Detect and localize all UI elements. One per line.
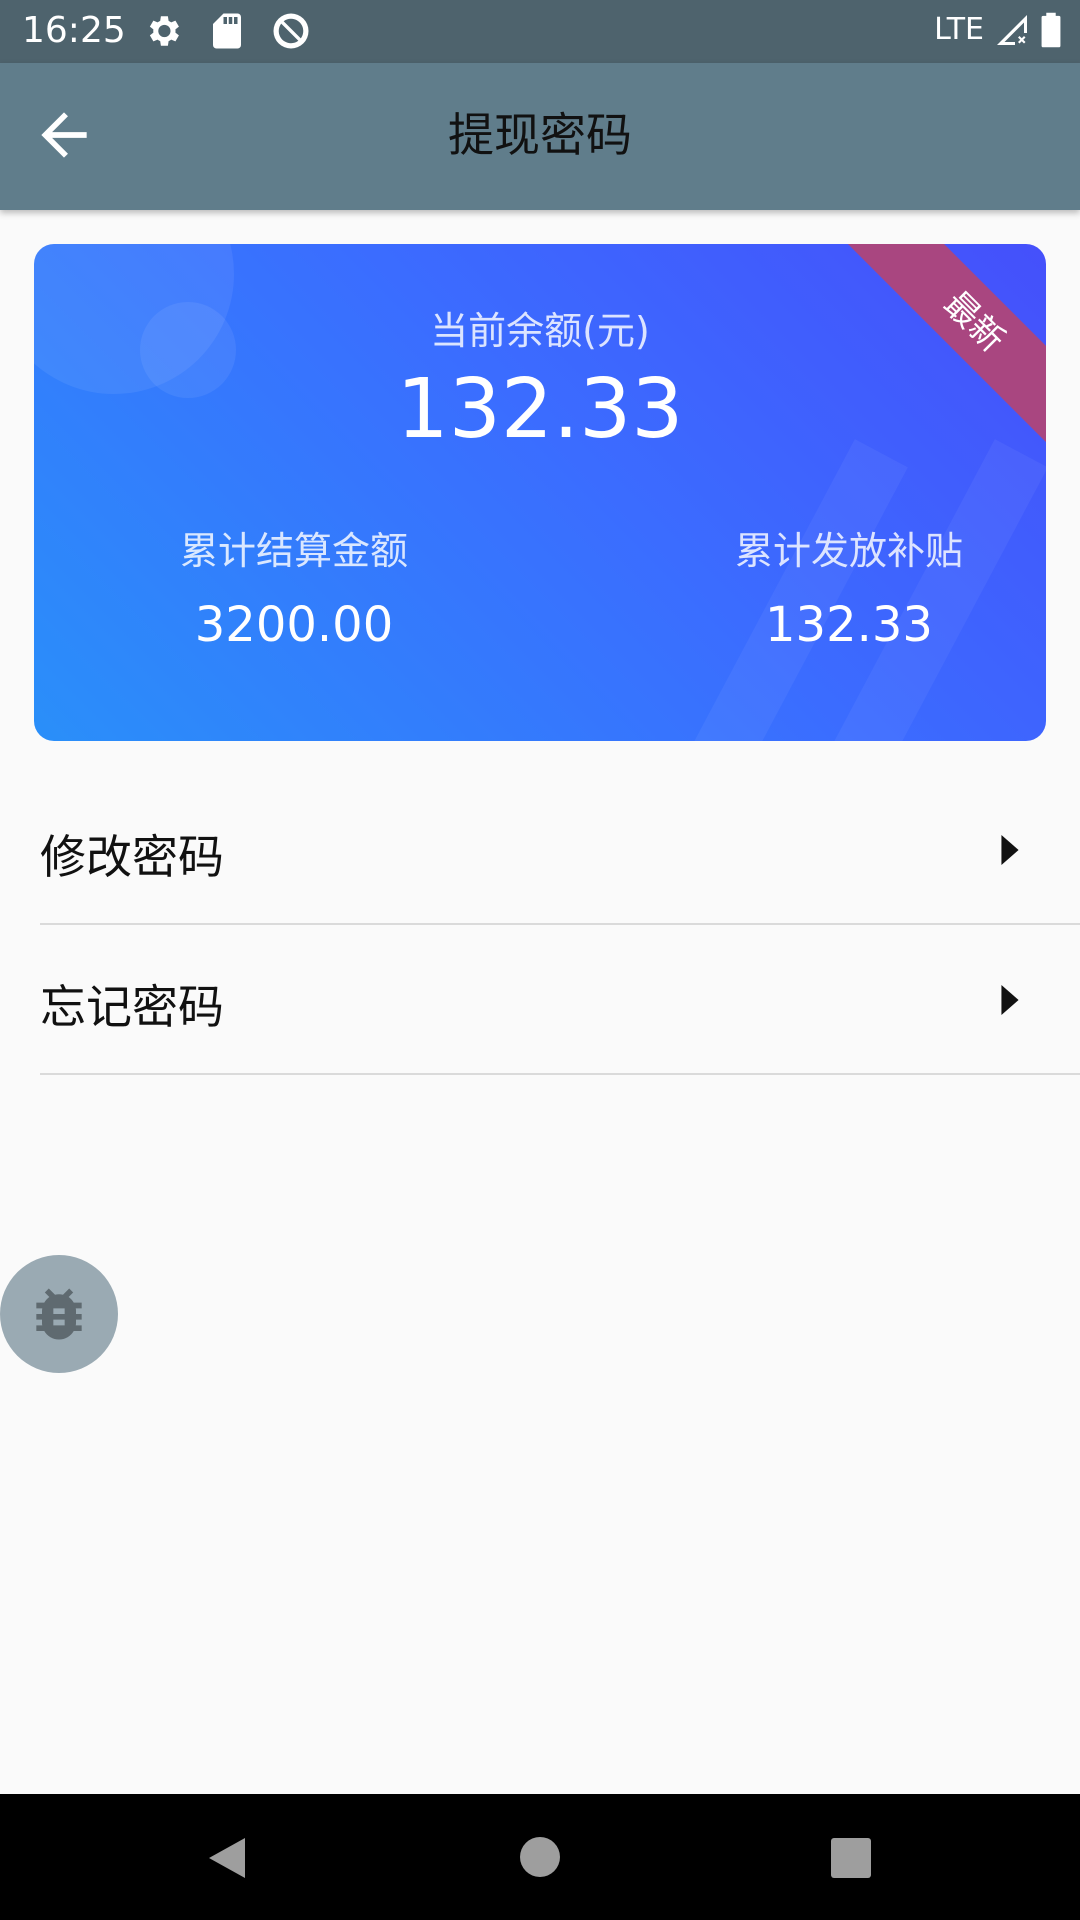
battery-icon — [1041, 12, 1061, 48]
balance-value: 132.33 — [396, 362, 684, 457]
menu-item-label: 忘记密码 — [40, 980, 224, 1034]
status-right: LTE — [934, 10, 1062, 50]
stat-value: 3200.00 — [194, 597, 394, 653]
balance-card: 最新 当前余额(元) 132.33 累计结算金额 3200.00 累计发放补贴 … — [34, 244, 1046, 741]
caret-right-icon — [1001, 985, 1019, 1015]
status-time: 16:25 — [22, 10, 126, 51]
sd-card-icon — [213, 13, 241, 49]
status-icons — [142, 10, 312, 52]
nav-bar — [0, 1794, 1080, 1920]
signal-icon — [997, 15, 1027, 45]
nav-home-button[interactable] — [520, 1837, 560, 1877]
nav-recents-button[interactable] — [831, 1838, 871, 1878]
settings-icon — [149, 16, 179, 46]
network-type: LTE — [934, 12, 984, 47]
status-bar: 16:25 LTE — [0, 0, 1080, 63]
stat-label: 累计发放补贴 — [734, 529, 963, 573]
stat-label: 累计结算金额 — [179, 529, 408, 573]
bug-icon — [36, 1288, 82, 1340]
page-title: 提现密码 — [448, 108, 632, 162]
nav-back-button[interactable] — [205, 1834, 249, 1882]
menu-item-forgot-password[interactable]: 忘记密码 — [40, 925, 1080, 1075]
balance-label: 当前余额(元) — [430, 309, 650, 353]
caret-right-icon — [1001, 835, 1019, 865]
stat-subsidy: 累计发放补贴 132.33 — [649, 520, 1046, 653]
stat-value: 132.33 — [765, 597, 933, 653]
menu-item-change-password[interactable]: 修改密码 — [40, 775, 1080, 925]
stat-settlement: 累计结算金额 3200.00 — [94, 520, 494, 653]
menu-item-label: 修改密码 — [40, 830, 224, 884]
at-sign-icon — [273, 13, 309, 49]
app-bar: 提现密码 — [0, 63, 1080, 210]
menu-list: 修改密码 忘记密码 — [0, 775, 1080, 1075]
debug-button[interactable] — [0, 1255, 118, 1373]
